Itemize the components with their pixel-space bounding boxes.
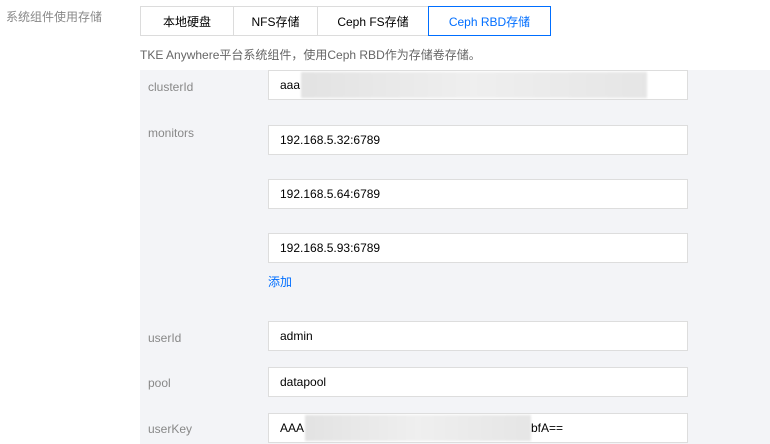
user-id-value: admin: [280, 329, 313, 343]
pool-input[interactable]: datapool: [268, 367, 688, 397]
redacted-area: [301, 72, 647, 98]
redacted-area: [305, 415, 531, 441]
tab-ceph-rbd[interactable]: Ceph RBD存储: [428, 6, 551, 36]
monitor-input-3[interactable]: 192.168.5.93:6789: [268, 233, 688, 263]
cluster-id-value: aaa: [280, 78, 301, 92]
pool-value: datapool: [280, 375, 327, 389]
cluster-id-label: clusterId: [148, 80, 194, 94]
user-id-label: userId: [148, 331, 182, 345]
monitor-value-1: 192.168.5.32:6789: [280, 133, 381, 147]
user-key-input[interactable]: AAA bfA==: [268, 413, 688, 443]
monitors-label: monitors: [148, 126, 195, 140]
user-key-label: userKey: [148, 422, 193, 436]
tab-nfs[interactable]: NFS存储: [233, 6, 318, 36]
storage-description: TKE Anywhere平台系统组件，使用Ceph RBD作为存储卷存储。: [140, 48, 481, 62]
user-key-suffix: bfA==: [531, 421, 564, 435]
monitor-input-1[interactable]: 192.168.5.32:6789: [268, 125, 688, 155]
storage-section-label: 系统组件使用存储: [6, 10, 103, 24]
cluster-id-input[interactable]: aaa: [268, 70, 688, 100]
storage-type-tabs: 本地硬盘 NFS存储 Ceph FS存储 Ceph RBD存储: [140, 6, 551, 36]
pool-label: pool: [148, 376, 171, 390]
user-key-prefix: AAA: [280, 421, 305, 435]
monitor-value-3: 192.168.5.93:6789: [280, 241, 381, 255]
monitor-value-2: 192.168.5.64:6789: [280, 187, 381, 201]
monitor-input-2[interactable]: 192.168.5.64:6789: [268, 179, 688, 209]
tab-ceph-fs[interactable]: Ceph FS存储: [317, 6, 429, 36]
add-monitor-link[interactable]: 添加: [268, 273, 292, 290]
user-id-input[interactable]: admin: [268, 321, 688, 351]
ceph-rbd-form-panel: clusterId aaa monitors 192.168.5.32:6789…: [140, 70, 770, 444]
tab-local-disk[interactable]: 本地硬盘: [140, 6, 234, 36]
